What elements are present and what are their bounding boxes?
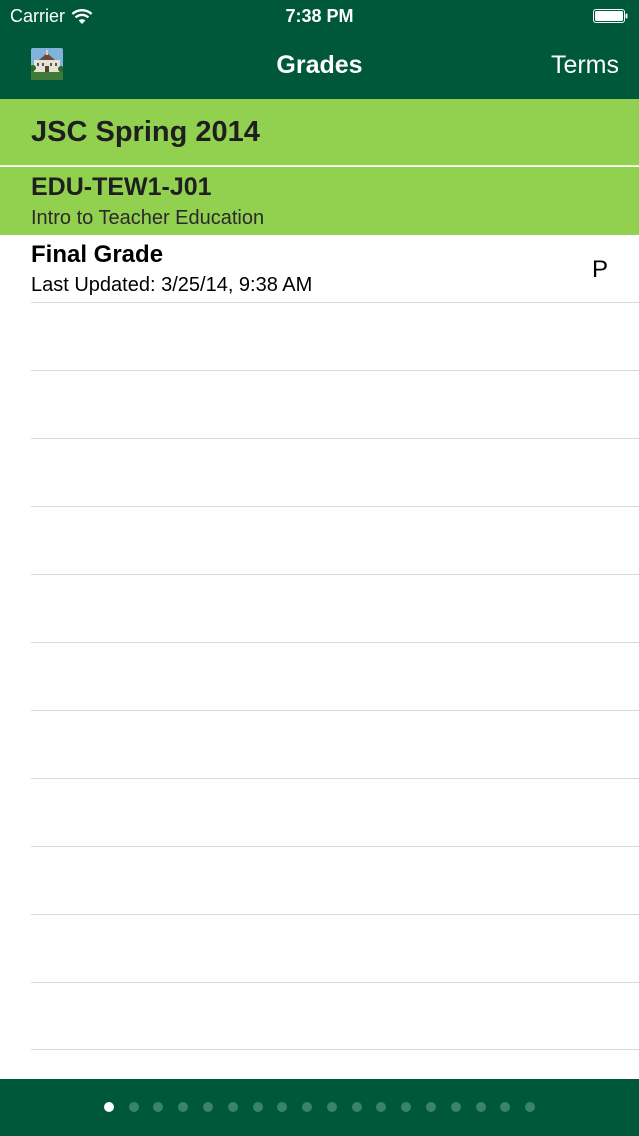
- row-separator: [31, 438, 639, 439]
- term-title: JSC Spring 2014: [31, 116, 260, 148]
- course-name: Intro to Teacher Education: [31, 207, 265, 229]
- grade-row-final[interactable]: Final Grade Last Updated: 3/25/14, 9:38 …: [0, 235, 639, 302]
- row-separator: [31, 846, 639, 847]
- page-dot[interactable]: [227, 1102, 238, 1112]
- grades-screen: Carrier 7:38 PM Grades Terms JSC Spring …: [0, 0, 639, 1136]
- page-dot[interactable]: [277, 1102, 288, 1112]
- row-separator: [31, 1049, 639, 1050]
- page-dot[interactable]: [450, 1102, 461, 1112]
- page-dot[interactable]: [178, 1102, 189, 1112]
- battery-icon: [593, 9, 629, 23]
- page-dot[interactable]: [153, 1102, 164, 1112]
- page-dot[interactable]: [326, 1102, 337, 1112]
- row-separator: [31, 642, 639, 643]
- page-dot[interactable]: [525, 1102, 536, 1112]
- page-dot[interactable]: [302, 1102, 313, 1112]
- page-dot[interactable]: [500, 1102, 511, 1112]
- status-time: 7:38 PM: [285, 6, 354, 26]
- page-dot[interactable]: [376, 1102, 387, 1112]
- row-separator: [31, 710, 639, 711]
- page-title: Grades: [276, 51, 363, 79]
- page-dot[interactable]: [426, 1102, 437, 1112]
- bottom-bar: [0, 1079, 639, 1136]
- grade-updated-timestamp: Last Updated: 3/25/14, 9:38 AM: [31, 274, 313, 296]
- row-separator: [31, 506, 639, 507]
- navigation-bar: Grades Terms: [0, 34, 639, 99]
- row-separator: [31, 982, 639, 983]
- page-dot[interactable]: [202, 1102, 213, 1112]
- page-dot[interactable]: [252, 1102, 263, 1112]
- grade-label: Final Grade: [31, 241, 164, 268]
- row-separator: [31, 302, 639, 303]
- top-bar: Carrier 7:38 PM Grades Terms: [0, 0, 639, 99]
- terms-button[interactable]: Terms: [551, 51, 619, 80]
- row-separator: [31, 778, 639, 779]
- course-section-header: EDU-TEW1-J01 Intro to Teacher Education: [0, 167, 639, 235]
- status-bar: Carrier 7:38 PM: [0, 0, 639, 34]
- page-dot[interactable]: [475, 1102, 486, 1112]
- term-section-header: JSC Spring 2014: [0, 99, 639, 166]
- row-separator: [31, 574, 639, 575]
- page-dot[interactable]: [103, 1102, 114, 1112]
- page-dot[interactable]: [128, 1102, 139, 1112]
- grade-value: P: [591, 256, 608, 283]
- row-separator: [31, 370, 639, 371]
- row-separator: [31, 914, 639, 915]
- page-dot[interactable]: [401, 1102, 412, 1112]
- course-code: EDU-TEW1-J01: [31, 173, 212, 201]
- page-dot[interactable]: [351, 1102, 362, 1112]
- page-indicator[interactable]: [0, 1102, 639, 1112]
